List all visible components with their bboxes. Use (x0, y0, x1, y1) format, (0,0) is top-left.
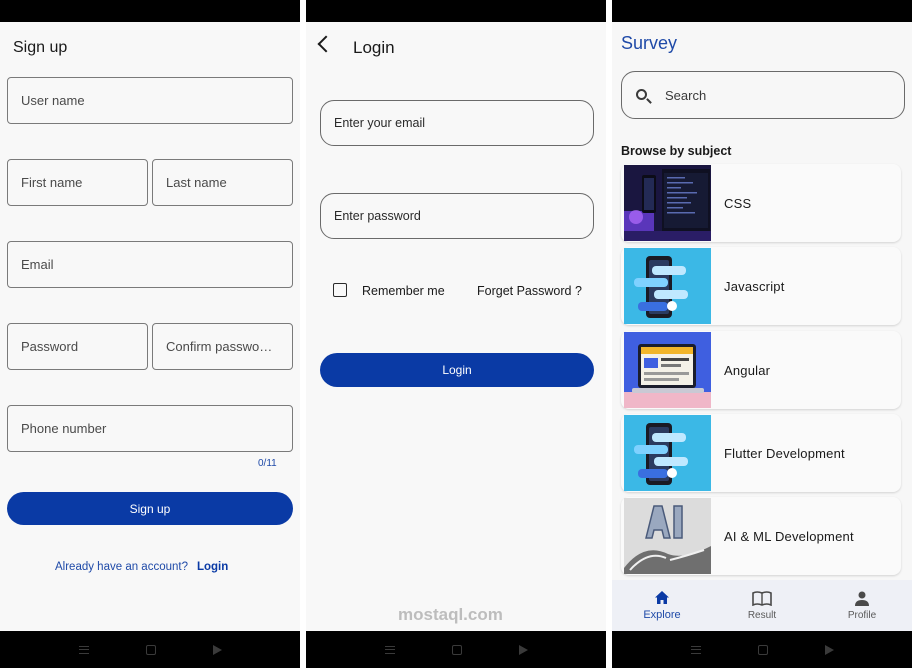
subject-card-javascript[interactable]: Javascript (621, 247, 901, 325)
recents-icon[interactable] (384, 645, 395, 654)
email-input[interactable] (8, 242, 292, 287)
password-field[interactable] (7, 323, 148, 370)
watermark-text: mostaql.com (398, 605, 503, 624)
login-password-field[interactable] (320, 193, 594, 239)
survey-screen: Survey Browse by subject (612, 0, 912, 668)
confirm-password-field[interactable] (152, 323, 293, 370)
nav-explore[interactable]: Explore (612, 580, 712, 631)
phone-input[interactable] (8, 406, 292, 451)
search-bar[interactable] (621, 71, 905, 119)
subject-card-flutter[interactable]: Flutter Development (621, 414, 901, 492)
nav-result-label: Result (747, 609, 777, 621)
page-title: Login (353, 38, 395, 57)
home-icon[interactable] (145, 644, 156, 655)
subject-label: Javascript (724, 278, 785, 294)
user-name-field[interactable] (7, 77, 293, 124)
css-thumbnail (624, 165, 711, 241)
login-screen: Login Remember me Forget Password ? Logi… (306, 0, 606, 668)
status-bar (612, 0, 912, 22)
javascript-thumbnail (624, 248, 711, 324)
angular-thumbnail (624, 332, 711, 408)
home-icon[interactable] (757, 644, 768, 655)
last-name-input[interactable] (153, 160, 292, 205)
bottom-nav: Explore Result Profile (612, 580, 912, 631)
subject-card-css[interactable]: CSS (621, 164, 901, 242)
page-title: Sign up (13, 39, 68, 56)
browse-heading: Browse by subject (621, 144, 732, 158)
login-link[interactable]: Login (197, 561, 228, 573)
person-icon (855, 591, 869, 606)
signup-screen: Sign up 0/11 Sign up Already have an acc… (0, 0, 300, 668)
password-input[interactable] (8, 324, 147, 369)
status-bar (0, 0, 300, 22)
search-input[interactable] (622, 72, 904, 118)
email-field[interactable] (7, 241, 293, 288)
user-name-input[interactable] (8, 78, 292, 123)
back-icon[interactable] (824, 644, 834, 655)
back-arrow-icon[interactable] (317, 35, 335, 53)
subject-label: CSS (724, 195, 752, 211)
nav-profile[interactable]: Profile (812, 580, 912, 631)
book-icon (752, 590, 772, 606)
subject-label: AI & ML Development (724, 528, 854, 544)
page-title: Survey (621, 33, 678, 53)
phone-counter: 0/11 (258, 458, 277, 469)
recents-icon[interactable] (78, 645, 89, 654)
back-icon[interactable] (518, 644, 528, 655)
home-icon (655, 591, 669, 604)
status-bar (306, 0, 606, 22)
forget-password-link[interactable]: Forget Password ? (477, 284, 582, 298)
home-icon[interactable] (451, 644, 462, 655)
search-icon (636, 89, 647, 100)
login-email-field[interactable] (320, 100, 594, 146)
remember-me-label: Remember me (362, 284, 445, 298)
phone-field[interactable] (7, 405, 293, 452)
login-prompt: Already have an account? Login (55, 561, 228, 573)
signup-button[interactable]: Sign up (7, 492, 293, 525)
ai-ml-thumbnail (624, 498, 711, 574)
system-nav-bar (306, 631, 606, 668)
last-name-field[interactable] (152, 159, 293, 206)
nav-explore-label: Explore (643, 609, 681, 621)
subject-card-angular[interactable]: Angular (621, 331, 901, 409)
subject-label: Angular (724, 362, 771, 378)
system-nav-bar (612, 631, 912, 668)
confirm-password-input[interactable] (153, 324, 292, 369)
login-password-input[interactable] (321, 194, 593, 238)
subject-card-ai-ml[interactable]: AI & ML Development (621, 497, 901, 575)
flutter-thumbnail (624, 415, 711, 491)
recents-icon[interactable] (690, 645, 701, 654)
first-name-input[interactable] (8, 160, 147, 205)
remember-me-checkbox[interactable] (333, 283, 347, 297)
subject-label: Flutter Development (724, 445, 845, 461)
first-name-field[interactable] (7, 159, 148, 206)
system-nav-bar (0, 631, 300, 668)
nav-profile-label: Profile (847, 609, 877, 621)
nav-result[interactable]: Result (712, 580, 812, 631)
back-icon[interactable] (212, 644, 222, 655)
login-email-input[interactable] (321, 101, 593, 145)
have-account-text: Already have an account? (55, 561, 188, 573)
login-button[interactable]: Login (320, 353, 594, 387)
